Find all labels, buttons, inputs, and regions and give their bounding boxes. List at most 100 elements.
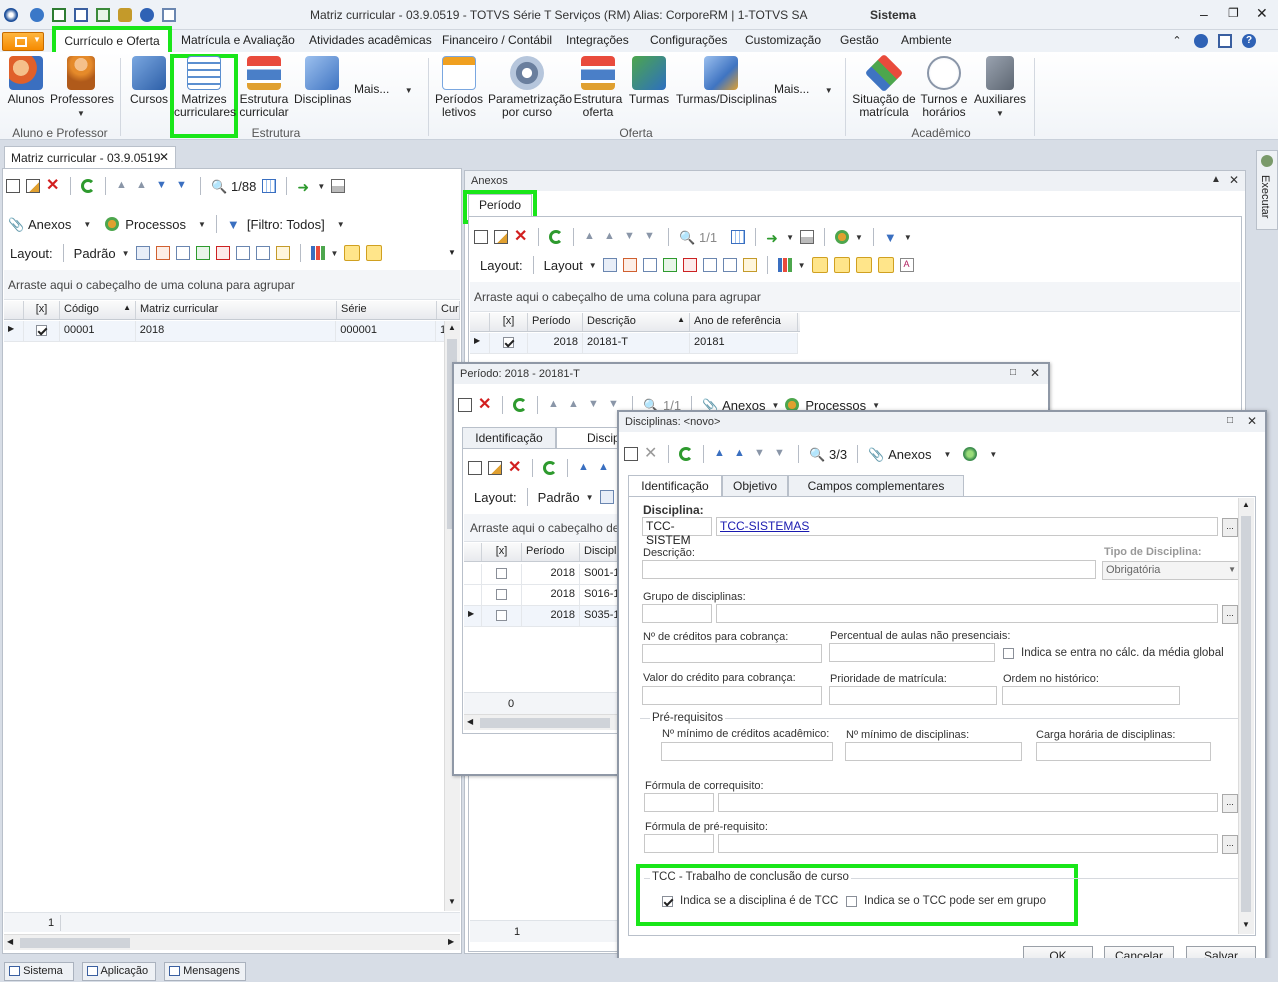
- globe-icon[interactable]: [140, 8, 154, 22]
- ribbon-tab-configuracoes[interactable]: Configurações: [650, 33, 727, 47]
- ribbon-tab-integracoes[interactable]: Integrações: [566, 33, 629, 47]
- row-check[interactable]: [482, 585, 522, 605]
- globe-icon[interactable]: [963, 447, 978, 461]
- chevron-down-icon[interactable]: ▼: [771, 401, 779, 410]
- turmas-disciplinas-button[interactable]: Turmas/Disciplinas: [676, 56, 777, 106]
- grupo-lookup-button[interactable]: ...: [1222, 605, 1238, 624]
- status-aplicacao-button[interactable]: Aplicação: [82, 962, 156, 981]
- formula-coreq-lookup-button[interactable]: ...: [1222, 794, 1238, 813]
- new-icon[interactable]: [6, 179, 20, 193]
- new-icon[interactable]: [624, 447, 638, 461]
- periodos-letivos-button[interactable]: Períodos letivos: [434, 56, 484, 119]
- prev-icon[interactable]: ▲: [598, 461, 612, 475]
- formula-prereq-name-field[interactable]: [718, 834, 1218, 853]
- col-codigo[interactable]: Código ▲: [60, 301, 136, 319]
- valor-credito-field[interactable]: [642, 686, 822, 705]
- edit-icon[interactable]: [488, 461, 502, 475]
- table-row[interactable]: ▶ 2018 S035-1: [464, 606, 618, 627]
- app-menu-button[interactable]: ▼: [2, 32, 44, 51]
- font-icon[interactable]: A: [899, 258, 914, 272]
- turnos-horarios-button[interactable]: Turnos e horários: [918, 56, 970, 119]
- processos-menu[interactable]: Processos: [125, 217, 186, 232]
- prioridade-field[interactable]: [829, 686, 997, 705]
- disciplina-code-field[interactable]: TCC-SISTEM: [642, 517, 712, 547]
- table-row[interactable]: ▶ 2018 20181-T 20181: [470, 333, 798, 354]
- tab-periodo[interactable]: Período: [468, 194, 532, 216]
- scroll-up-icon[interactable]: ▲: [1242, 500, 1250, 509]
- window-icon[interactable]: [52, 8, 66, 22]
- formula-coreq-code-field[interactable]: [644, 793, 714, 812]
- delete-icon[interactable]: ✕: [514, 229, 528, 245]
- auxiliares-button[interactable]: Auxiliares ▼: [974, 56, 1026, 120]
- filter-icon[interactable]: ▼: [884, 230, 898, 245]
- grid-icon[interactable]: [599, 490, 614, 504]
- chevron-down-icon[interactable]: ▼: [198, 220, 206, 229]
- close-icon[interactable]: ✕: [1030, 366, 1040, 380]
- binoculars-icon[interactable]: 🔍: [679, 230, 695, 245]
- col-check[interactable]: [x]: [490, 313, 528, 331]
- mais-button-2[interactable]: Mais... ▼: [774, 83, 836, 97]
- ribbon-tab-financeiro[interactable]: Financeiro / Contábil: [442, 33, 552, 47]
- globe-icon[interactable]: [30, 8, 44, 22]
- delete-icon[interactable]: ✕: [478, 397, 492, 413]
- first-icon[interactable]: ▲: [578, 461, 592, 475]
- refresh-icon[interactable]: [679, 447, 693, 461]
- chevron-down-icon[interactable]: ▼: [798, 261, 806, 270]
- grid-icon[interactable]: [255, 246, 270, 260]
- executar-side-tab[interactable]: Executar: [1256, 150, 1278, 230]
- grid-icon[interactable]: [275, 246, 290, 260]
- grupo-code-field[interactable]: [642, 604, 712, 623]
- grid-icon[interactable]: [175, 246, 190, 260]
- run-icon[interactable]: [96, 8, 110, 22]
- refresh-icon[interactable]: [513, 398, 527, 412]
- disciplinas-button[interactable]: Disciplinas: [294, 56, 351, 106]
- grid-icon[interactable]: [135, 246, 150, 260]
- delete-icon[interactable]: ✕: [644, 446, 658, 462]
- doc-tab[interactable]: Matriz curricular - 03.9.0519 ✕: [4, 146, 176, 168]
- situacao-matricula-button[interactable]: Situação de matrícula: [852, 53, 916, 119]
- ribbon-tab-matricula[interactable]: Matrícula e Avaliação: [181, 33, 295, 47]
- chevron-down-icon[interactable]: ▼: [83, 220, 91, 229]
- tcc-checkbox[interactable]: [662, 896, 673, 907]
- copy-icon[interactable]: [162, 8, 176, 22]
- matrizes-curriculares-button[interactable]: Matrizes curriculares: [174, 56, 236, 119]
- chevron-down-icon[interactable]: ▼: [122, 249, 130, 258]
- down-icon[interactable]: [662, 258, 677, 272]
- last-icon[interactable]: ▼: [176, 179, 190, 193]
- anexos-menu[interactable]: Anexos: [888, 447, 931, 462]
- layout-select[interactable]: Padrão: [538, 490, 580, 505]
- grid-icon[interactable]: [702, 258, 717, 272]
- maximize-icon[interactable]: □: [1227, 415, 1233, 426]
- tipo-select[interactable]: Obrigatória ▼: [1102, 561, 1240, 580]
- tab-disciplinas[interactable]: Discip: [556, 427, 620, 449]
- checkbox[interactable]: [496, 609, 507, 621]
- last-icon[interactable]: ▼: [644, 230, 658, 244]
- tab-campos-complementares[interactable]: Campos complementares: [788, 475, 964, 497]
- toggle-icon[interactable]: [877, 257, 894, 273]
- chevron-down-icon[interactable]: ▼: [337, 220, 345, 229]
- edit-icon[interactable]: [494, 230, 508, 244]
- descricao-field[interactable]: [642, 560, 1096, 579]
- checkbox[interactable]: [503, 336, 514, 348]
- collapse-ribbon-icon[interactable]: ⌃: [1170, 34, 1184, 48]
- estrutura-curricular-button[interactable]: Estrutura curricular: [238, 56, 290, 119]
- scroll-thumb[interactable]: [20, 938, 130, 948]
- binoculars-icon[interactable]: 🔍: [211, 179, 227, 194]
- col-disciplina[interactable]: Discipli: [580, 543, 618, 561]
- first-icon[interactable]: ▲: [714, 447, 728, 461]
- down-icon[interactable]: [195, 246, 210, 260]
- first-icon[interactable]: ▲: [548, 398, 562, 412]
- chevron-down-icon[interactable]: ▼: [989, 450, 997, 459]
- chevron-down-icon[interactable]: ▼: [786, 233, 794, 242]
- scroll-left-icon[interactable]: ◀: [467, 717, 473, 726]
- up-icon[interactable]: [682, 258, 697, 272]
- chevron-down-icon[interactable]: ▼: [855, 233, 863, 242]
- scroll-left-icon[interactable]: ◀: [7, 937, 13, 946]
- min-creditos-field[interactable]: [661, 742, 833, 761]
- table-row[interactable]: 2018 S016-1: [464, 585, 618, 606]
- prev-icon[interactable]: ▲: [568, 398, 582, 412]
- chart-icon[interactable]: [777, 258, 792, 272]
- col-curso[interactable]: Curs: [437, 301, 460, 319]
- prev-icon[interactable]: ▲: [734, 447, 748, 461]
- export-icon[interactable]: ➜: [766, 230, 780, 246]
